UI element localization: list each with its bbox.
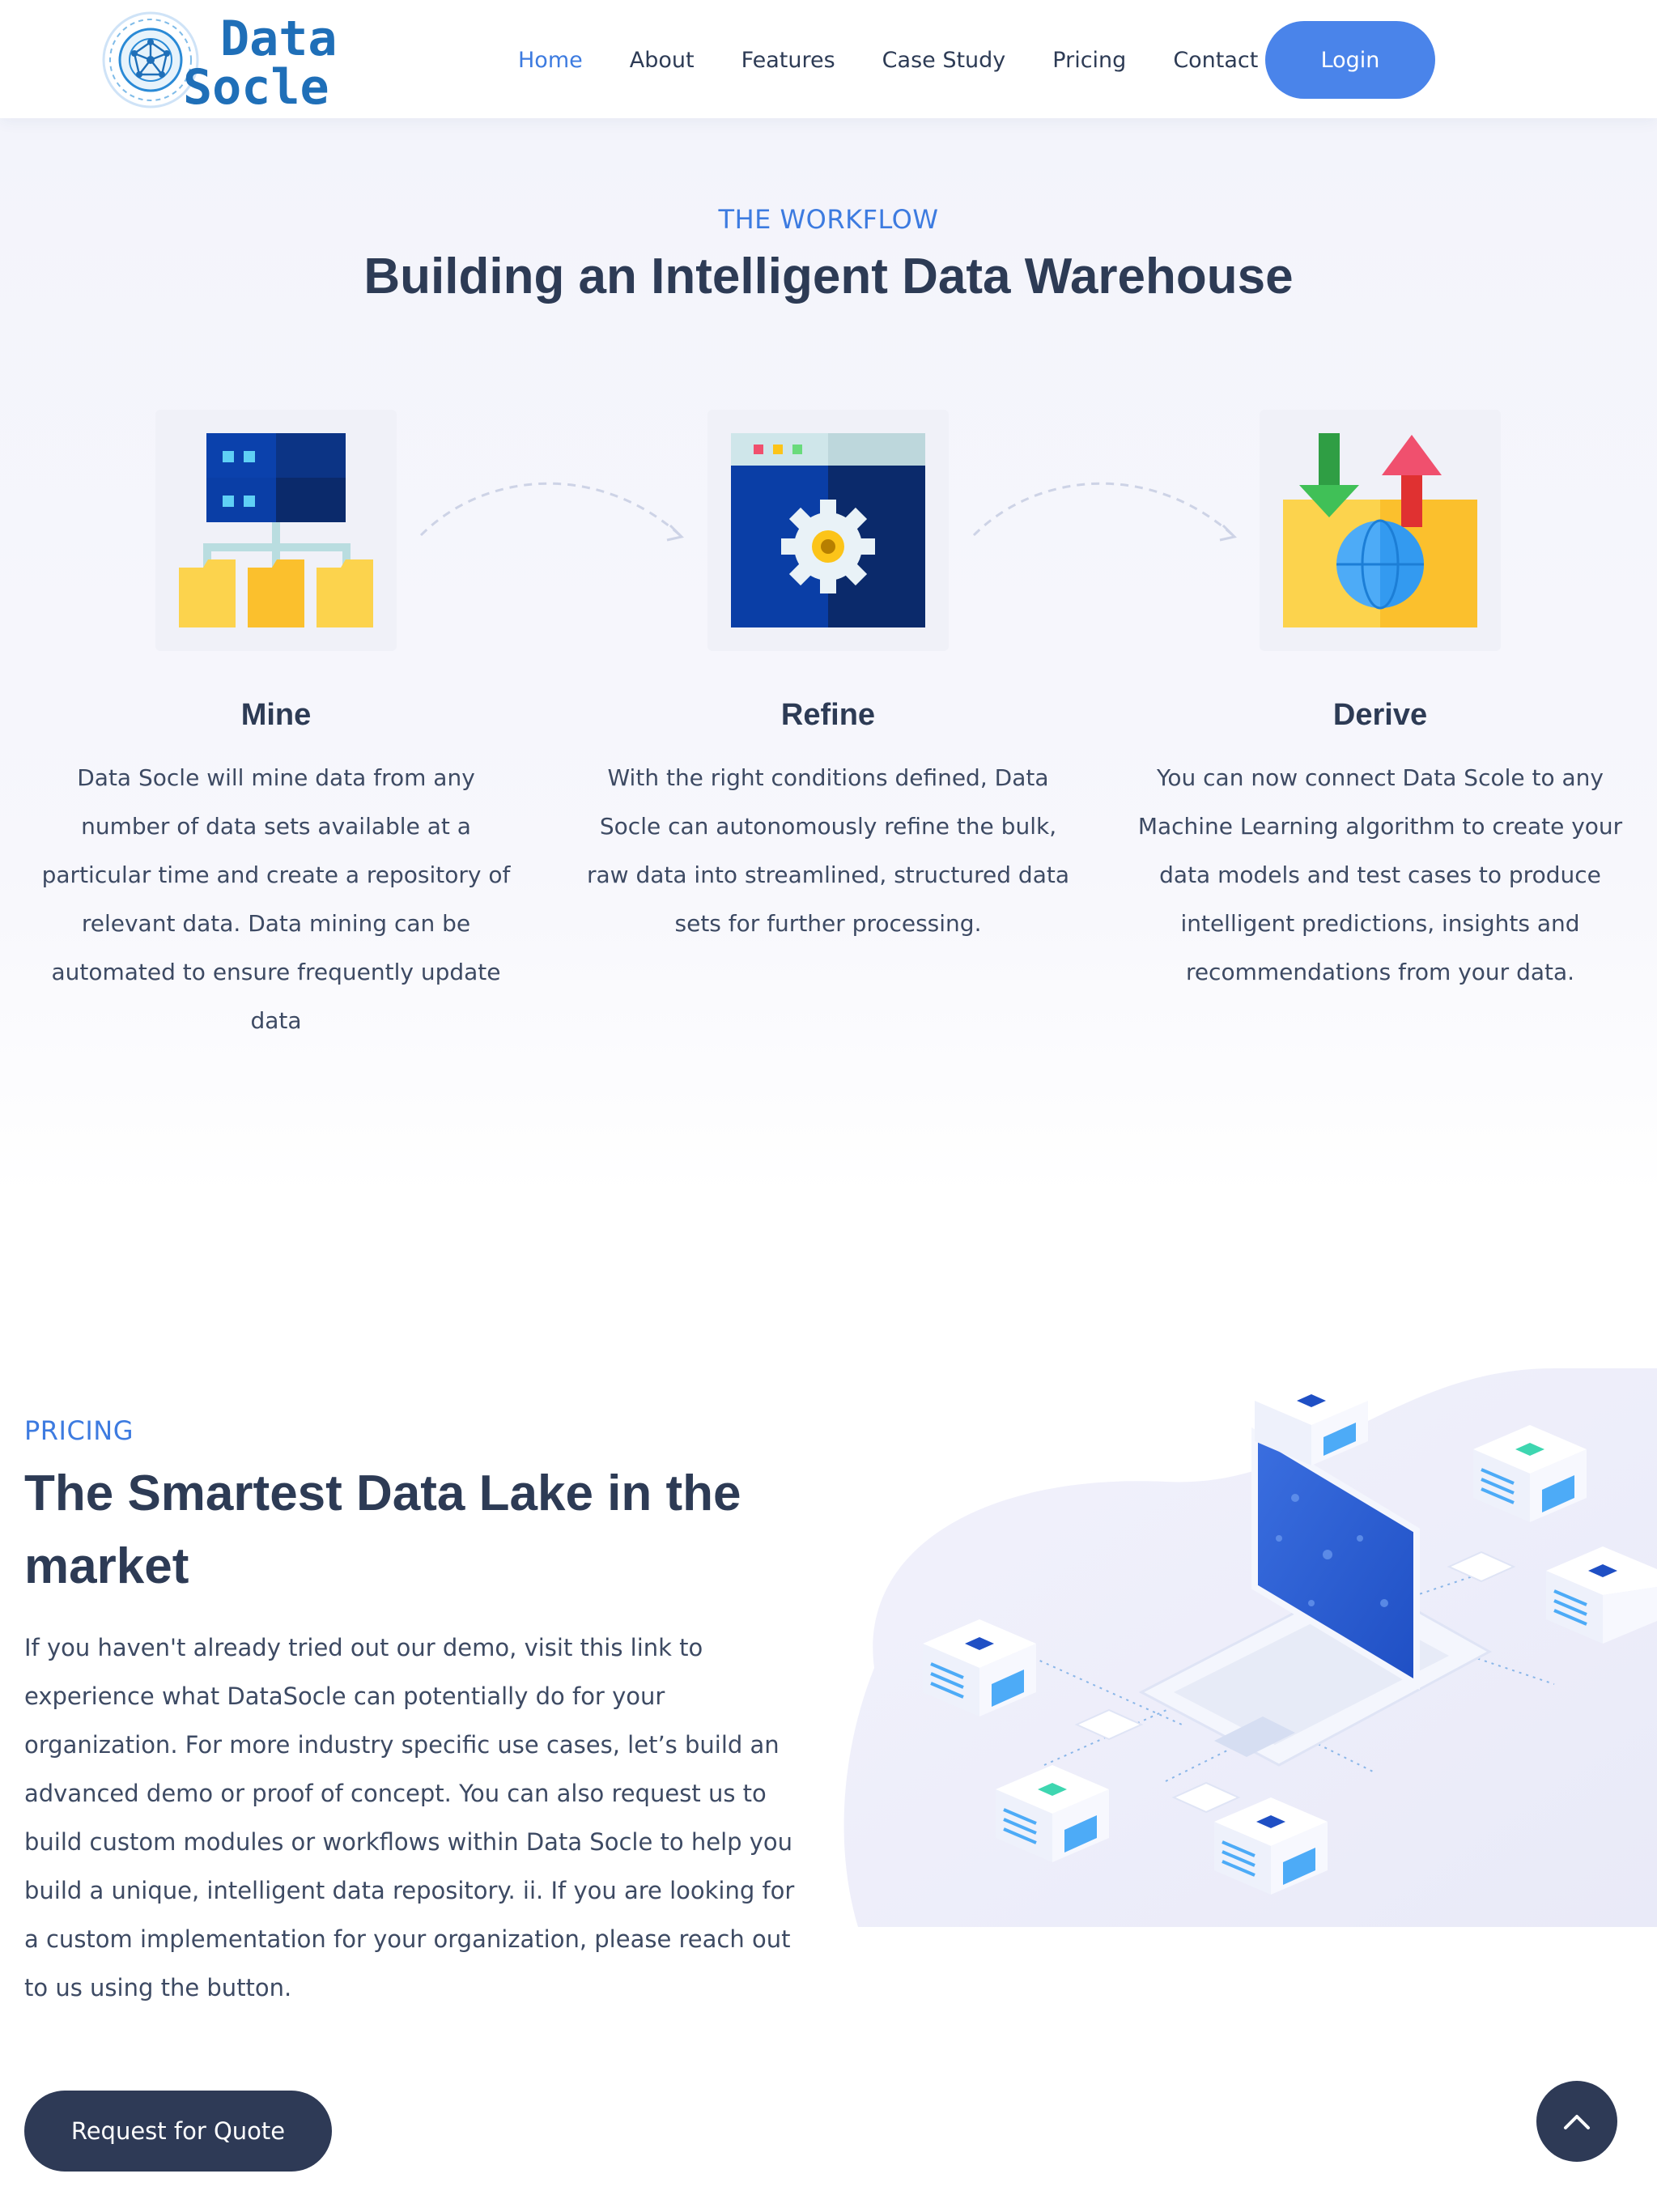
step-icon-container — [1260, 410, 1501, 651]
step-title: Refine — [780, 698, 876, 732]
datasocle-logo[interactable]: Data Socle — [99, 8, 358, 116]
workflow-section: THE WORKFLOW Building an Intelligent Dat… — [0, 118, 1657, 1195]
site-header: Data Socle Home About Features Case Stud… — [0, 0, 1657, 118]
pricing-eyebrow: PRICING — [24, 1415, 134, 1446]
workflow-title: Building an Intelligent Data Warehouse — [363, 249, 1294, 304]
nav-features[interactable]: Features — [741, 48, 835, 73]
step-description: You can now connect Data Scole to any Ma… — [1137, 764, 1623, 985]
nav-contact[interactable]: Contact — [1173, 48, 1258, 73]
pricing-description: If you haven't already tried out our dem… — [24, 1634, 795, 2001]
pricing-title: The Smartest Data Lake in the market — [24, 1465, 741, 1594]
main-nav: Home About Features Case Study Pricing C… — [518, 21, 1305, 99]
step-title: Mine — [240, 698, 312, 732]
data-lake-illustration — [843, 1368, 1657, 1927]
chevron-up-icon — [1564, 2115, 1590, 2129]
logo-word-2: Socle — [183, 59, 329, 112]
nav-about[interactable]: About — [630, 48, 695, 73]
request-quote-button[interactable]: Request for Quote — [24, 2091, 332, 2172]
step-title: Derive — [1332, 698, 1428, 732]
workflow-step-derive: Derive You can now connect Data Scole to… — [1121, 410, 1639, 997]
gear-window-icon — [731, 433, 925, 627]
nav-home[interactable]: Home — [518, 48, 583, 73]
nav-pricing[interactable]: Pricing — [1052, 48, 1126, 73]
page: Data Socle Home About Features Case Stud… — [0, 0, 1657, 2212]
scroll-to-top-button[interactable] — [1536, 2081, 1617, 2162]
step-description: Data Socle will mine data from any numbe… — [41, 764, 511, 1034]
logo-emblem-icon: Data Socle — [102, 11, 338, 116]
step-icon-container — [155, 410, 397, 651]
step-icon-container — [707, 410, 949, 651]
login-button[interactable]: Login — [1265, 21, 1435, 99]
step-description: With the right conditions defined, Data … — [586, 764, 1069, 937]
workflow-eyebrow: THE WORKFLOW — [718, 204, 939, 235]
folder-globe-icon — [1283, 433, 1477, 627]
nav-case-study[interactable]: Case Study — [882, 48, 1006, 73]
data-mining-icon — [179, 433, 373, 627]
